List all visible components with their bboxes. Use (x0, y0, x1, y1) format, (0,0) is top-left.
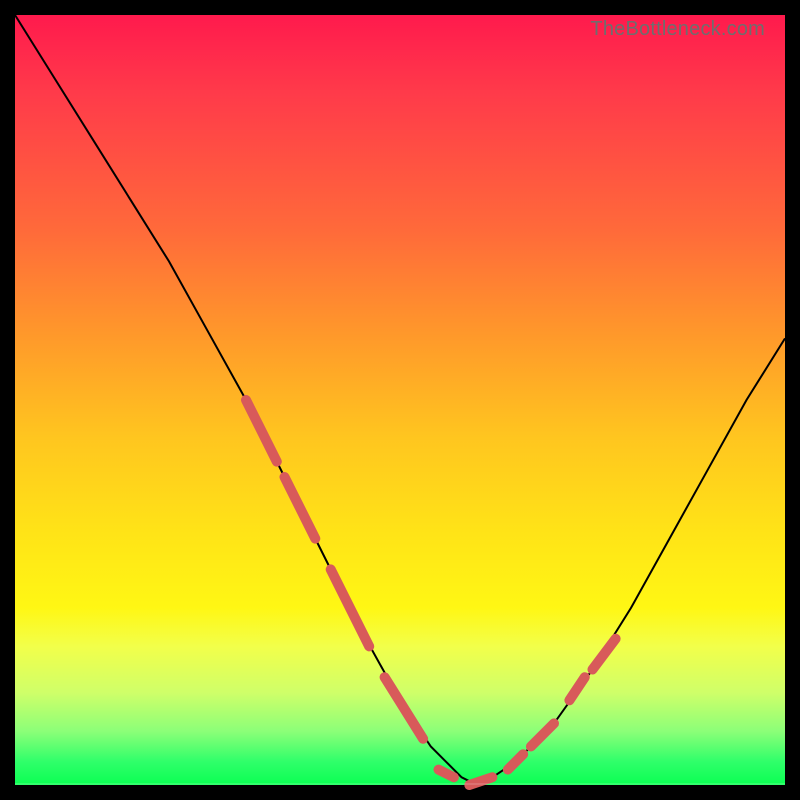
marker-dash (285, 477, 316, 539)
curve-line (15, 15, 785, 785)
marker-dash (593, 639, 616, 670)
marker-dash (385, 677, 424, 739)
chart-svg (15, 15, 785, 785)
marker-dash (569, 677, 584, 700)
marker-dash (439, 770, 454, 778)
marker-dash (246, 400, 277, 462)
marker-dash (331, 569, 370, 646)
chart-plot-area: TheBottleneck.com (15, 15, 785, 785)
chart-baseline (15, 783, 785, 785)
marker-segments (246, 400, 616, 785)
marker-dash (531, 723, 554, 746)
chart-frame: TheBottleneck.com (0, 0, 800, 800)
marker-dash (508, 754, 523, 769)
